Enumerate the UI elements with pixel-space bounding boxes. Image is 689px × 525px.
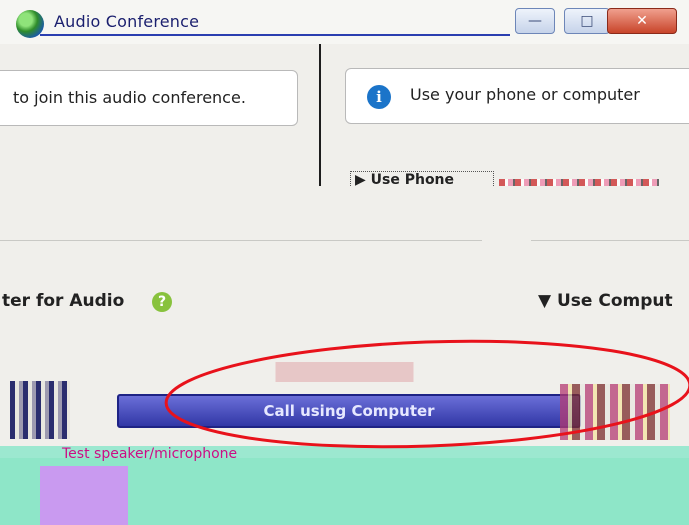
render-artifact (560, 384, 670, 440)
test-speaker-microphone-link[interactable]: Test speaker/microphone (62, 446, 237, 462)
render-artifact (0, 362, 689, 382)
use-phone-or-computer-message: Use your phone or computer (345, 68, 689, 124)
use-computer-toggle[interactable]: ▼ Use Comput (538, 291, 673, 311)
title-underline (40, 34, 510, 36)
minimize-button[interactable]: — (515, 8, 555, 34)
headset-icon (10, 381, 70, 439)
window-title: Audio Conference (54, 12, 200, 31)
options-panel: Use your phone or computer i ▶ Use Phone (321, 44, 689, 188)
separator (0, 240, 482, 241)
info-icon: i (367, 85, 391, 109)
render-artifact (40, 466, 128, 525)
use-computer-label: Use Comput (557, 291, 673, 311)
title-bar: Audio Conference — □ ✕ (0, 0, 689, 44)
separator (531, 240, 689, 241)
call-using-computer-button[interactable]: Call using Computer (117, 394, 581, 428)
join-message: to join this audio conference. (0, 70, 298, 126)
chevron-down-icon: ▼ (538, 291, 552, 311)
maximize-button[interactable]: □ (564, 8, 610, 34)
close-button[interactable]: ✕ (607, 8, 677, 34)
audio-options-band (0, 186, 689, 344)
help-icon[interactable]: ? (152, 292, 172, 312)
render-artifact (499, 179, 659, 186)
join-panel: to join this audio conference. (0, 44, 320, 186)
computer-audio-heading: ter for Audio (2, 291, 125, 311)
